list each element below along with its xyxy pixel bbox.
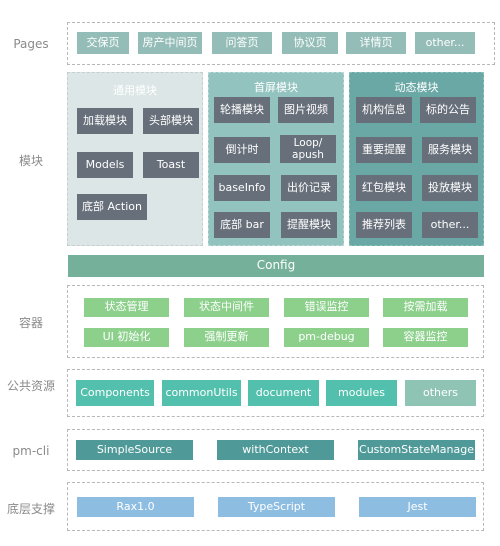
container-state-management[interactable]: 状态管理 [84, 298, 169, 317]
module-countdown[interactable]: 倒计时 [214, 137, 270, 163]
layer-label-pm-cli: pm-cli [12, 444, 50, 458]
container-state-middleware[interactable]: 状态中间件 [184, 298, 269, 317]
module-toast[interactable]: Toast [143, 152, 199, 178]
layer-label-container: 容器 [18, 316, 43, 330]
module-loop-apush[interactable]: Loop/ apush [280, 135, 336, 163]
module-loading[interactable]: 加载模块 [77, 108, 133, 134]
container-ui-init[interactable]: UI 初始化 [84, 328, 169, 347]
resource-document[interactable]: document [248, 380, 319, 406]
layer-label-modules: 模块 [18, 154, 43, 168]
container-layer [67, 285, 484, 358]
base-jest[interactable]: Jest [359, 497, 476, 517]
module-bottom-bar[interactable]: 底部 bar [214, 212, 270, 238]
module-delivery[interactable]: 投放模块 [422, 175, 478, 201]
container-force-update[interactable]: 强制更新 [184, 328, 269, 347]
base-rax[interactable]: Rax1.0 [77, 497, 194, 517]
layer-label-public: 公共资源 [6, 379, 55, 393]
container-pm-debug[interactable]: pm-debug [284, 328, 369, 347]
module-notice[interactable]: 标的公告 [420, 97, 476, 123]
module-important-reminder[interactable]: 重要提醒 [356, 137, 412, 163]
module-bid-record[interactable]: 出价记录 [281, 175, 337, 201]
page-fangchan[interactable]: 房产中间页 [138, 32, 202, 54]
page-jiaobao[interactable]: 交保页 [77, 32, 129, 54]
module-carousel[interactable]: 轮播模块 [214, 97, 270, 123]
module-red-packet[interactable]: 红包模块 [356, 175, 412, 201]
layer-label-pages: Pages [13, 37, 49, 51]
module-image-video[interactable]: 图片视频 [278, 97, 334, 123]
group-dynamic-title: 动态模块 [394, 81, 439, 94]
module-org-info[interactable]: 机构信息 [356, 97, 412, 123]
module-reminder[interactable]: 提醒模块 [281, 212, 337, 238]
resource-others[interactable]: others [405, 380, 476, 406]
page-other[interactable]: other... [415, 32, 475, 54]
cli-custom-state-manage[interactable]: CustomStateManage [358, 440, 475, 460]
group-first-screen-title: 首屏模块 [254, 81, 298, 94]
module-other[interactable]: other... [422, 212, 478, 238]
page-xieyi[interactable]: 协议页 [282, 32, 338, 54]
cli-with-context[interactable]: withContext [217, 440, 334, 460]
container-error-monitor[interactable]: 错误监控 [284, 298, 369, 317]
module-bottom-action[interactable]: 底部 Action [77, 194, 147, 220]
module-header[interactable]: 头部模块 [143, 108, 199, 134]
module-models[interactable]: Models [77, 152, 133, 178]
layer-label-base: 底层支撑 [6, 502, 55, 516]
page-wenda[interactable]: 问答页 [212, 32, 272, 54]
base-typescript[interactable]: TypeScript [218, 497, 335, 517]
resource-components[interactable]: Components [76, 380, 154, 406]
config-bar[interactable]: Config [68, 255, 484, 277]
module-recommend-list[interactable]: 推荐列表 [356, 212, 412, 238]
page-xiangqing[interactable]: 详情页 [346, 32, 406, 54]
cli-simple-source[interactable]: SimpleSource [76, 440, 193, 460]
container-lazy-load[interactable]: 按需加载 [383, 298, 468, 317]
resource-common-utils[interactable]: commonUtils [162, 380, 241, 406]
module-service[interactable]: 服务模块 [422, 137, 478, 163]
container-monitor[interactable]: 容器监控 [383, 328, 468, 347]
module-baseinfo[interactable]: baseInfo [214, 175, 270, 201]
resource-modules[interactable]: modules [326, 380, 397, 406]
group-general-title: 通用模块 [113, 84, 157, 97]
